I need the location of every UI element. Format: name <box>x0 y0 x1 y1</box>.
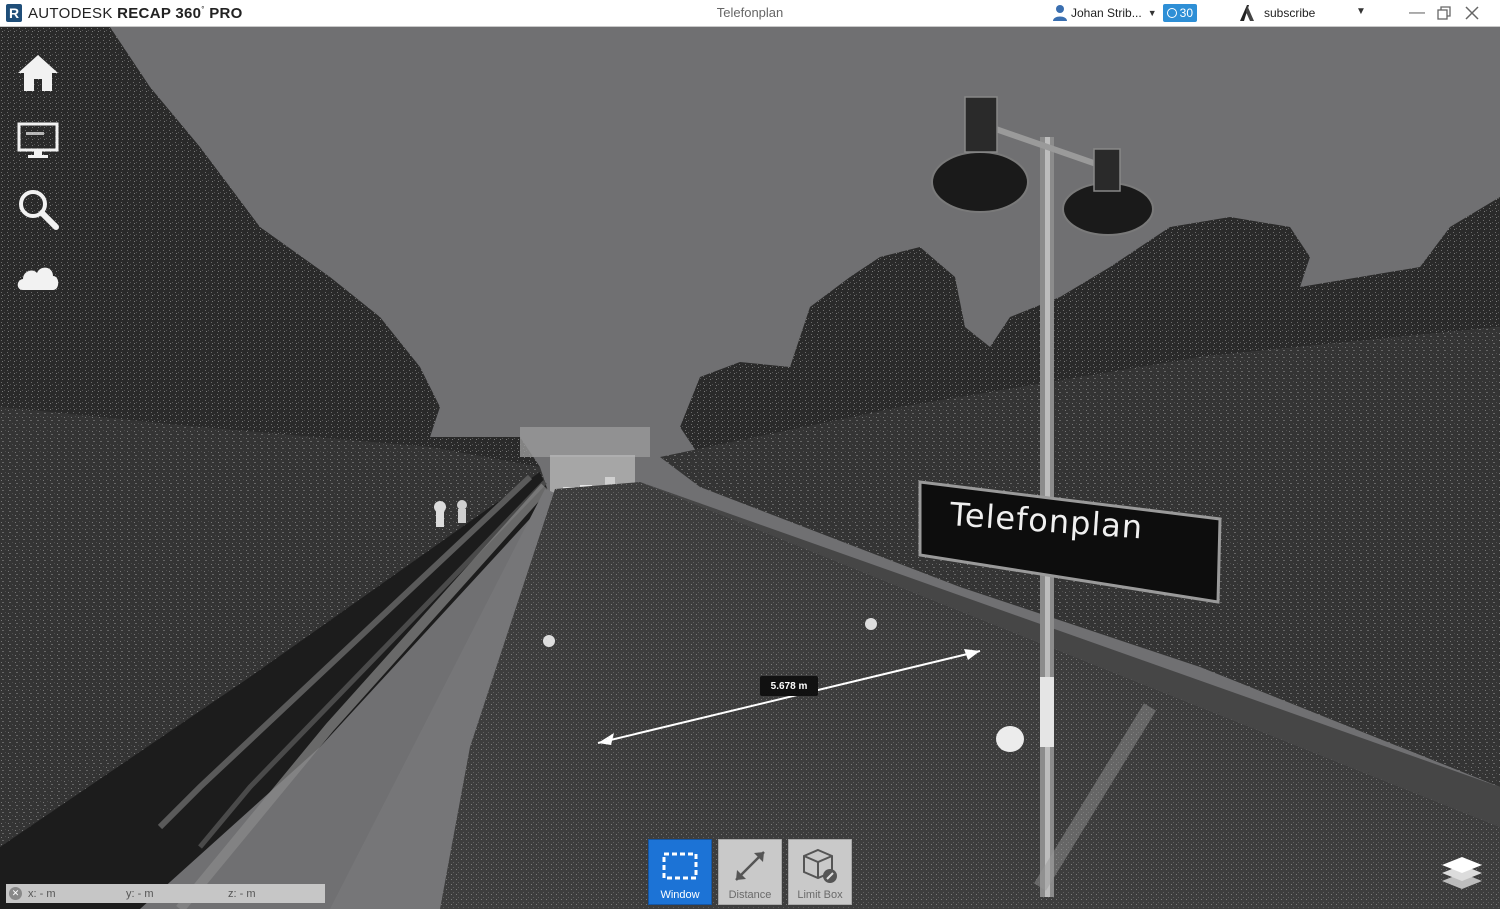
limit-box-tool[interactable]: Limit Box <box>788 839 852 905</box>
autodesk-logo-icon <box>1240 5 1254 21</box>
bottom-toolbar: Window Distance Limit Box <box>648 839 852 905</box>
monitor-icon <box>17 122 59 158</box>
subscribe-label: subscribe <box>1264 6 1316 20</box>
restore-button[interactable] <box>1434 4 1454 22</box>
home-icon <box>18 55 58 91</box>
minimize-button[interactable]: — <box>1407 4 1427 22</box>
cloud-button[interactable] <box>14 251 62 303</box>
distance-measurement-label[interactable]: 5.678 m <box>760 676 818 696</box>
tool-label-window: Window <box>660 889 700 901</box>
x-coordinate: x: - m <box>28 887 56 900</box>
display-settings-button[interactable] <box>14 115 62 167</box>
restore-icon <box>1437 6 1451 20</box>
distance-measure-icon <box>735 851 765 881</box>
home-button[interactable] <box>14 47 62 99</box>
limit-box-icon <box>803 848 837 883</box>
cloud-icon <box>17 267 59 290</box>
clock-icon <box>1166 8 1177 18</box>
title-bar: R AUTODESK RECAP 360° PRO Telefonplan Jo… <box>0 0 1500 27</box>
close-button[interactable] <box>1462 4 1482 22</box>
chevron-down-icon: ▼ <box>1147 8 1157 18</box>
user-menu[interactable]: Johan Strib... ▼ 30 <box>1052 4 1197 22</box>
magnifier-icon <box>19 190 59 230</box>
user-name: Johan Strib... <box>1071 6 1142 20</box>
trial-days-badge[interactable]: 30 <box>1162 4 1197 22</box>
point-cloud-scene <box>0 27 1500 909</box>
coordinate-readout: ✕ x: - m y: - m z: - m <box>6 884 325 903</box>
trial-days-count: 30 <box>1179 6 1193 20</box>
user-icon <box>1053 5 1067 21</box>
distance-tool[interactable]: Distance <box>718 839 782 905</box>
subscribe-menu[interactable]: subscribe ▼ <box>1238 4 1366 22</box>
search-button[interactable] <box>14 183 62 235</box>
z-coordinate: z: - m <box>228 887 256 900</box>
minimize-icon: — <box>1409 4 1425 21</box>
tool-label-limit-box: Limit Box <box>797 889 843 901</box>
tool-label-distance: Distance <box>728 889 772 901</box>
left-navigation <box>14 47 62 319</box>
window-select-tool[interactable]: Window <box>648 839 712 905</box>
close-icon <box>1465 6 1479 20</box>
y-coordinate: y: - m <box>126 887 154 900</box>
coordinates-icon: ✕ <box>9 887 22 900</box>
chevron-down-icon: ▼ <box>1356 6 1366 17</box>
point-cloud-viewport[interactable]: Telefonplan 5.678 m Window Distance Limi… <box>0 27 1500 909</box>
selection-window-icon <box>662 852 698 880</box>
layers-icon[interactable] <box>1438 853 1486 889</box>
